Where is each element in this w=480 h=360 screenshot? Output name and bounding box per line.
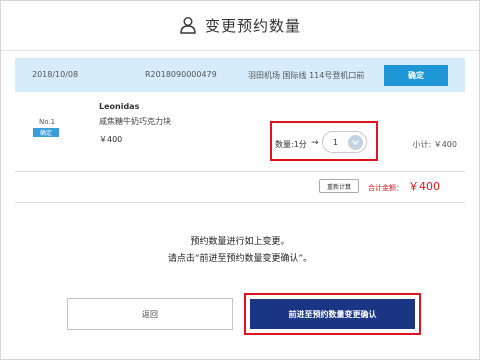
page-title: 变更预约数量 <box>204 17 301 35</box>
quantity-select[interactable]: 1 <box>322 131 367 153</box>
order-number: R2018090000479 <box>145 70 217 79</box>
chevron-down-icon <box>348 135 363 150</box>
product-brand: Leonidas <box>99 102 140 111</box>
instruction-line-2: 请点击“前进至预约数量变更确认”。 <box>167 254 313 264</box>
confirm-button[interactable]: 确定 <box>384 65 448 86</box>
divider <box>15 171 465 172</box>
back-button[interactable]: 返回 <box>67 298 233 330</box>
instruction-message: 预约数量进行如上变更。 请点击“前进至预约数量变更确认”。 <box>1 234 479 268</box>
recalculate-button[interactable]: 重新计算 <box>319 179 359 193</box>
total-value: ￥400 <box>408 180 440 193</box>
total-label: 合计金额： <box>368 184 403 192</box>
reservation-info-bar: 2018/10/08 R2018090000479 羽田机场 国际线 114号登… <box>15 58 465 92</box>
list-item: No.1 确定 Leonidas 咸焦糖牛奶巧克力块 ￥400 数量:1分 → … <box>15 97 465 171</box>
proceed-to-confirm-button[interactable]: 前进至预约数量变更确认 <box>250 299 415 329</box>
divider <box>15 202 465 203</box>
page-header: 变更预约数量 <box>1 1 479 51</box>
product-price: ￥400 <box>99 135 123 144</box>
status-badge: 确定 <box>33 128 59 137</box>
user-icon <box>180 16 196 34</box>
item-subtotal: 小计: ￥400 <box>412 140 457 149</box>
product-name: 咸焦糖牛奶巧克力块 <box>99 117 171 126</box>
instruction-line-1: 预约数量进行如上变更。 <box>190 237 290 247</box>
quantity-select-value: 1 <box>333 138 339 147</box>
pickup-location: 羽田机场 国际线 114号登机口前 <box>248 71 365 80</box>
item-number: No.1 <box>39 118 56 126</box>
current-quantity-label: 数量:1分 <box>275 140 307 149</box>
reservation-date: 2018/10/08 <box>32 70 79 79</box>
arrow-right-icon: → <box>311 138 319 148</box>
